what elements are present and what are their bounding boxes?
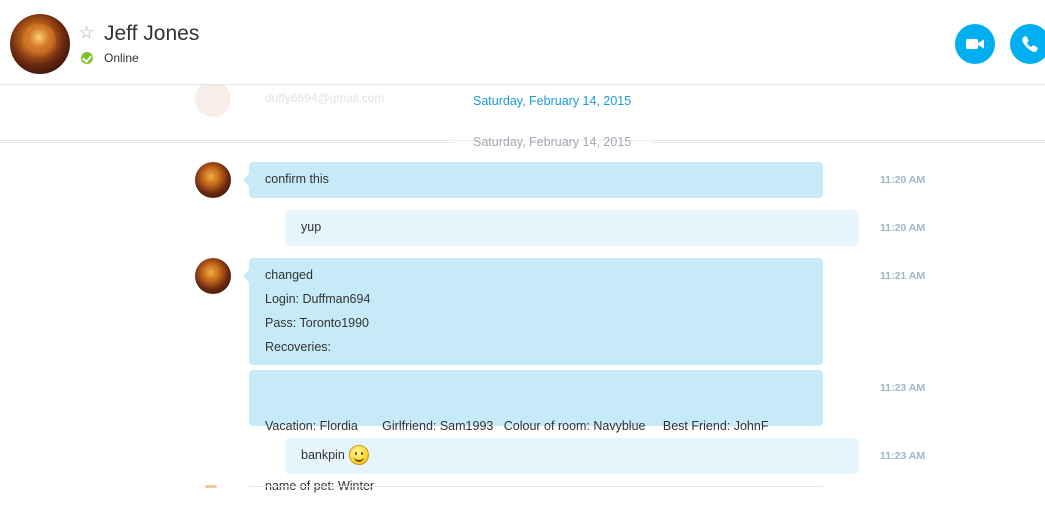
video-call-button[interactable]: [955, 24, 995, 64]
message-timestamp: 11:23 AM: [880, 382, 926, 394]
message-text: yup: [301, 220, 322, 234]
previous-avatar: [195, 81, 231, 117]
contact-avatar[interactable]: [10, 14, 70, 74]
message-bubble-incoming[interactable]: changed Login: Duffman694 Pass: Toronto1…: [243, 258, 823, 365]
sender-avatar[interactable]: [195, 258, 231, 294]
star-outline-icon[interactable]: ☆: [79, 25, 94, 42]
video-camera-icon: [966, 39, 984, 49]
message-bubble-incoming[interactable]: confirm this: [243, 162, 823, 198]
contact-name[interactable]: Jeff Jones: [104, 22, 199, 46]
message-bubble-outgoing[interactable]: yup: [285, 210, 859, 246]
message-timestamp: 11:20 AM: [880, 222, 926, 234]
message-text: Recoveries:: [265, 340, 331, 354]
date-divider: Saturday, February 14, 2015: [0, 134, 1045, 152]
message-text: Vacation: Flordia Girlfriend: Sam1993 Co…: [265, 419, 769, 433]
message-text: Login: Duffman694: [265, 292, 371, 306]
smiley-emoji-icon[interactable]: [348, 444, 369, 465]
previous-email: duffy6694@gmail.com: [265, 91, 385, 105]
message-text: changed: [265, 268, 313, 282]
presence-status: Online: [104, 51, 139, 65]
divider-line-left: [0, 142, 455, 143]
sticky-date-label: Saturday, February 14, 2015: [473, 94, 632, 108]
message-bubble-outgoing[interactable]: bankpin: [285, 438, 859, 474]
message-text: bankpin: [301, 448, 345, 462]
divider-line-right: [653, 142, 1045, 143]
message-text: Pass: Toronto1990: [265, 316, 370, 330]
message-bubble-incoming[interactable]: Vacation: Flordia Girlfriend: Sam1993 Co…: [249, 370, 823, 493]
next-message-edge: [249, 486, 823, 487]
message-timestamp: 11:20 AM: [880, 174, 926, 186]
conversation-header: ☆ Jeff Jones Online: [0, 0, 1045, 85]
audio-call-button[interactable]: [1010, 24, 1045, 64]
message-timestamp: 11:23 AM: [880, 450, 926, 462]
message-timestamp: 11:21 AM: [880, 270, 926, 282]
message-text: confirm this: [265, 172, 329, 186]
next-avatar-edge: [205, 485, 217, 488]
sender-avatar[interactable]: [195, 162, 231, 198]
date-divider-label: Saturday, February 14, 2015: [473, 135, 632, 149]
online-status-icon: [81, 52, 93, 64]
phone-icon: [1022, 36, 1038, 52]
